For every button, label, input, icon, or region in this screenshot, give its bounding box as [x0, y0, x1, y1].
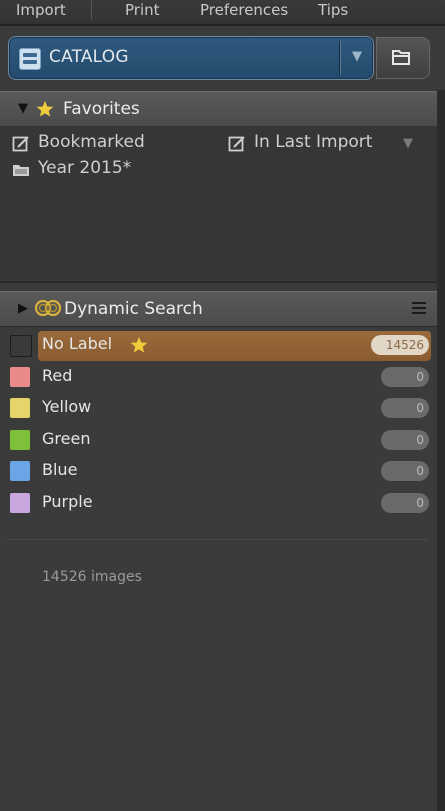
favorite-label: Year 2015*: [38, 158, 132, 178]
label-name: Green: [42, 429, 91, 448]
count-badge: 0: [381, 398, 429, 418]
catalog-icon: [19, 48, 41, 70]
list-divider: [6, 539, 428, 540]
label-name: Purple: [42, 492, 93, 511]
color-swatch: [10, 430, 30, 450]
folder-icon: [392, 50, 410, 65]
color-swatch: [10, 335, 32, 357]
menu-separator: [91, 0, 92, 20]
color-swatch: [10, 398, 30, 418]
label-name: No Label: [42, 334, 113, 353]
count-badge: 0: [381, 461, 429, 481]
catalog-selector-row: CATALOG ▼: [8, 36, 430, 80]
image-count-status: 14526 images: [42, 569, 142, 585]
favorite-bookmarked[interactable]: Bookmarked: [12, 132, 172, 154]
menu-preferences[interactable]: Preferences: [200, 0, 288, 22]
catalog-panel: Import Print Preferences Tips CATALOG ▼ …: [0, 0, 445, 811]
menu-tips[interactable]: Tips: [318, 0, 348, 22]
color-swatch: [10, 367, 30, 387]
dynamic-search-title: Dynamic Search: [64, 299, 203, 319]
count-badge: 0: [381, 493, 429, 513]
favorite-year-2015[interactable]: Year 2015*: [12, 158, 172, 180]
folder-button[interactable]: [376, 37, 430, 79]
label-row-green[interactable]: Green 0: [0, 426, 437, 454]
panel-edge: [437, 90, 445, 811]
star-icon: [130, 336, 148, 353]
label-name: Yellow: [42, 397, 92, 416]
favorites-panel: Bookmarked In Last Import ▼ Year 2015*: [0, 126, 437, 283]
favorite-label: Bookmarked: [38, 132, 145, 152]
favorite-in-last-import[interactable]: In Last Import: [228, 132, 408, 154]
count-badge: 0: [381, 430, 429, 450]
label-name: Red: [42, 366, 73, 385]
binoculars-icon: [35, 299, 61, 317]
catalog-label: CATALOG: [49, 47, 129, 67]
favorites-title: Favorites: [63, 99, 140, 119]
color-swatch: [10, 493, 30, 513]
label-row-blue[interactable]: Blue 0: [0, 457, 437, 485]
menu-bar: Import Print Preferences Tips: [0, 0, 445, 26]
label-row-red[interactable]: Red 0: [0, 363, 437, 391]
edit-icon: [228, 136, 245, 152]
label-row-purple[interactable]: Purple 0: [0, 489, 437, 517]
favorite-label: In Last Import: [254, 132, 373, 152]
label-row-yellow[interactable]: Yellow 0: [0, 394, 437, 422]
count-badge: 14526: [371, 335, 429, 355]
favorites-header[interactable]: ▼ Favorites: [0, 91, 437, 127]
color-swatch: [10, 461, 30, 481]
hamburger-icon[interactable]: [412, 301, 426, 315]
label-row-no-label[interactable]: No Label 14526: [0, 331, 437, 361]
folder-icon: [13, 165, 29, 176]
menu-import[interactable]: Import: [16, 0, 66, 22]
dynamic-search-header[interactable]: ▶ Dynamic Search: [0, 291, 437, 327]
edit-icon: [12, 136, 29, 152]
expand-triangle-icon[interactable]: ▼: [18, 101, 28, 116]
chevron-down-icon[interactable]: ▼: [403, 136, 413, 151]
catalog-select[interactable]: CATALOG ▼: [8, 36, 374, 80]
catalog-divider: [339, 41, 340, 75]
label-name: Blue: [42, 460, 78, 479]
collapse-triangle-icon[interactable]: ▶: [18, 301, 28, 316]
chevron-down-icon[interactable]: ▼: [347, 47, 367, 67]
menu-print[interactable]: Print: [125, 0, 160, 22]
count-badge: 0: [381, 367, 429, 387]
star-icon: [36, 100, 54, 117]
